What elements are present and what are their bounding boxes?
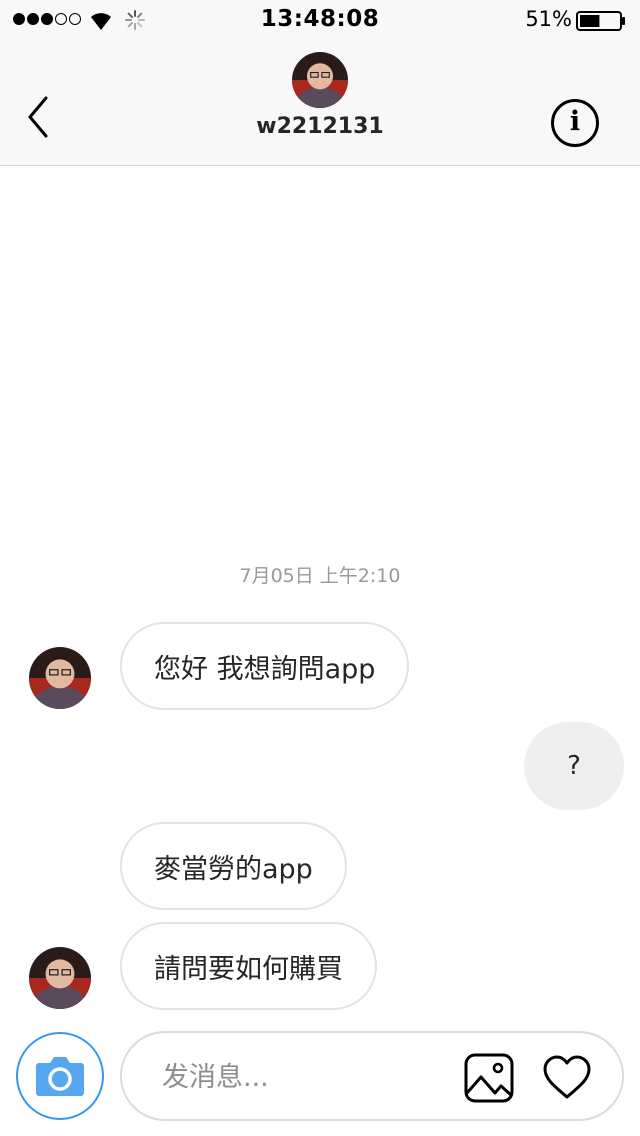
- message-input[interactable]: [162, 1057, 442, 1097]
- heart-icon[interactable]: [542, 1053, 592, 1103]
- chat-header: w2212131 i: [0, 40, 640, 166]
- battery-percentage: 51%: [525, 7, 572, 31]
- received-message[interactable]: 您好 我想詢問app: [120, 622, 410, 710]
- gallery-icon[interactable]: [464, 1053, 514, 1103]
- camera-button[interactable]: [16, 1032, 104, 1120]
- received-message[interactable]: 請問要如何購買: [120, 922, 377, 1010]
- message-timestamp: 7月05日 上午2:10: [239, 565, 401, 587]
- battery-icon: [576, 11, 625, 31]
- sent-message[interactable]: ?: [524, 722, 624, 810]
- sender-avatar[interactable]: [29, 647, 91, 709]
- status-bar: 13:48:08 51%: [0, 0, 640, 40]
- message-composer: [120, 1031, 624, 1121]
- sender-avatar[interactable]: [29, 947, 91, 1009]
- camera-icon: [36, 1057, 84, 1096]
- received-message[interactable]: 麥當勞的app: [120, 822, 347, 910]
- info-icon[interactable]: i: [551, 99, 599, 147]
- chat-username[interactable]: w2212131: [0, 114, 640, 139]
- header-avatar[interactable]: [292, 52, 348, 108]
